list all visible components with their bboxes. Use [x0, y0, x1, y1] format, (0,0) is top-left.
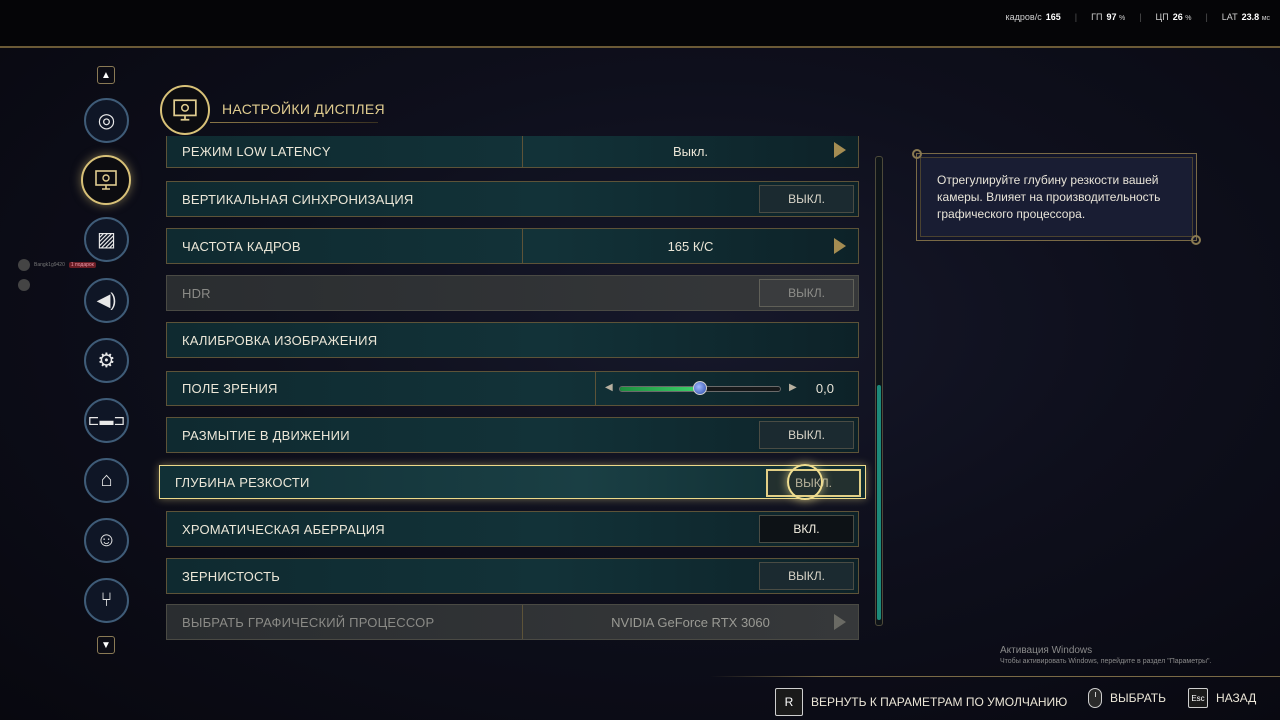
sidebar-item-audio[interactable]: ◀) — [84, 278, 129, 323]
reset-label: ВЕРНУТЬ К ПАРАМЕТРАМ ПО УМОЛЧАНИЮ — [811, 695, 1068, 709]
sidebar-down-arrow-icon[interactable]: ▼ — [97, 636, 115, 654]
setting-calibration[interactable]: КАЛИБРОВКА ИЗОБРАЖЕНИЯ — [166, 322, 859, 358]
chat-tag: 1 подарок — [68, 262, 96, 268]
sidebar-item-controller[interactable]: ⊏▬⊐ — [84, 398, 129, 443]
setting-low-latency[interactable]: РЕЖИМ LOW LATENCY Выкл. — [166, 136, 859, 168]
watermark-title: Активация Windows — [1000, 645, 1093, 656]
monitor-gear-icon — [173, 99, 197, 121]
cpu-stat: ЦП 26 % — [1155, 12, 1192, 22]
grain-toggle[interactable]: ВЫКЛ. — [759, 562, 854, 590]
setting-depth-of-field[interactable]: ГЛУБИНА РЕЗКОСТИ ВЫКЛ. — [159, 464, 866, 500]
chat-message: Bangk1g9420 1 подарок — [18, 259, 96, 271]
setting-label: ХРОМАТИЧЕСКАЯ АБЕРРАЦИЯ — [182, 521, 385, 537]
ornament-icon — [912, 149, 922, 159]
motion-blur-toggle[interactable]: ВЫКЛ. — [759, 421, 854, 449]
page-title: НАСТРОЙКИ ДИСПЛЕЯ — [222, 101, 385, 117]
setting-label: КАЛИБРОВКА ИЗОБРАЖЕНИЯ — [182, 332, 378, 348]
scrollbar[interactable] — [875, 156, 883, 626]
setting-framerate[interactable]: ЧАСТОТА КАДРОВ 165 К/С — [166, 228, 859, 264]
chevron-left-icon[interactable]: ◀ — [605, 382, 613, 393]
sidebar-item-accessibility[interactable]: ☺ — [84, 518, 129, 563]
chevron-right-icon — [834, 614, 846, 630]
fps-stat: кадров/с 165 — [1005, 12, 1061, 22]
latency-stat: LAT 23.8 мс — [1221, 12, 1270, 22]
setting-grain[interactable]: ЗЕРНИСТОСТЬ ВЫКЛ. — [166, 558, 859, 594]
description-panel: Отрегулируйте глубину резкости вашей кам… — [912, 149, 1201, 245]
fov-slider[interactable]: ◀ ▶ 0,0 — [597, 372, 858, 406]
select-label: ВЫБРАТЬ — [1110, 691, 1166, 705]
setting-label: РЕЖИМ LOW LATENCY — [182, 144, 331, 159]
esc-key-icon: Esc — [1188, 688, 1208, 708]
avatar — [18, 259, 30, 271]
chromatic-toggle[interactable]: ВКЛ. — [759, 515, 854, 543]
description-text: Отрегулируйте глубину резкости вашей кам… — [937, 173, 1161, 221]
setting-label: ЗЕРНИСТОСТЬ — [182, 568, 280, 584]
avatar — [18, 279, 30, 291]
mouse-icon: ⌂ — [100, 469, 113, 491]
chat-user: Bangk1g9420 — [34, 262, 65, 268]
setting-chromatic-aberration[interactable]: ХРОМАТИЧЕСКАЯ АБЕРРАЦИЯ ВКЛ. — [166, 511, 859, 547]
setting-label: HDR — [182, 285, 211, 301]
chevron-right-icon[interactable] — [834, 238, 846, 254]
watermark-subtitle: Чтобы активировать Windows, перейдите в … — [1000, 658, 1212, 665]
network-icon: ⑂ — [100, 589, 113, 611]
scrollbar-thumb[interactable] — [877, 385, 881, 620]
setting-label: ЧАСТОТА КАДРОВ — [182, 238, 301, 254]
accessibility-icon: ☺ — [96, 529, 117, 551]
speaker-icon: ◀) — [96, 290, 117, 310]
setting-label: ПОЛЕ ЗРЕНИЯ — [182, 381, 278, 396]
setting-label: ВЕРТИКАЛЬНАЯ СИНХРОНИЗАЦИЯ — [182, 191, 414, 207]
gamepad-icon: ⊏▬⊐ — [87, 412, 126, 428]
vsync-toggle[interactable]: ВЫКЛ. — [759, 185, 854, 213]
back-button[interactable]: Esc НАЗАД — [1188, 688, 1256, 708]
hdr-toggle: ВЫКЛ. — [759, 279, 854, 307]
mouse-icon — [1088, 688, 1102, 708]
sidebar-item-display[interactable] — [81, 155, 131, 205]
footer-divider — [710, 676, 1280, 677]
slider-fill — [620, 387, 700, 391]
setting-value: NVIDIA GeForce RTX 3060 — [611, 614, 770, 630]
gear-icon: ⚙ — [97, 350, 116, 372]
display-header-icon — [160, 85, 210, 135]
setting-hdr: HDR ВЫКЛ. — [166, 275, 859, 311]
slider-thumb[interactable] — [693, 381, 707, 395]
setting-motion-blur[interactable]: РАЗМЫТИЕ В ДВИЖЕНИИ ВЫКЛ. — [166, 417, 859, 453]
chat-message — [18, 279, 30, 291]
setting-label: РАЗМЫТИЕ В ДВИЖЕНИИ — [182, 427, 350, 443]
header-divider — [210, 122, 378, 123]
sidebar-up-arrow-icon[interactable]: ▲ — [97, 66, 115, 84]
setting-value: Выкл. — [672, 144, 709, 159]
slider-value: 0,0 — [815, 381, 834, 396]
setting-label: ГЛУБИНА РЕЗКОСТИ — [175, 474, 310, 490]
chevron-right-icon[interactable]: ▶ — [789, 382, 797, 393]
monitor-gear-icon — [95, 170, 117, 190]
back-label: НАЗАД — [1216, 691, 1257, 705]
windows-activation-watermark: Активация Windows Чтобы активировать Win… — [1000, 645, 1211, 665]
sidebar-item-network[interactable]: ⑂ — [84, 578, 129, 623]
select-button[interactable]: ВЫБРАТЬ — [1088, 688, 1166, 708]
cursor-ring — [787, 464, 823, 500]
disc-icon: ◎ — [97, 110, 116, 132]
reset-defaults-button[interactable]: R ВЕРНУТЬ К ПАРАМЕТРАМ ПО УМОЛЧАНИЮ — [775, 688, 1067, 716]
setting-fov[interactable]: ПОЛЕ ЗРЕНИЯ ◀ ▶ 0,0 — [166, 371, 859, 406]
performance-overlay: кадров/с 165 | ГП 97 % | ЦП 26 % | LAT 23.8 … — [0, 0, 1280, 48]
setting-vsync[interactable]: ВЕРТИКАЛЬНАЯ СИНХРОНИЗАЦИЯ ВЫКЛ. — [166, 181, 859, 217]
setting-gpu-select: ВЫБРАТЬ ГРАФИЧЕСКИЙ ПРОЦЕССОР NVIDIA GeF… — [166, 604, 859, 640]
image-icon: ▨ — [97, 229, 116, 251]
sidebar-item-mouse[interactable]: ⌂ — [84, 458, 129, 503]
ornament-icon — [1191, 235, 1201, 245]
sidebar-item-image[interactable]: ▨ — [84, 217, 129, 262]
sidebar-item-gameplay[interactable]: ⚙ — [84, 338, 129, 383]
sidebar-item-disc[interactable]: ◎ — [84, 98, 129, 143]
chevron-right-icon[interactable] — [834, 142, 846, 158]
setting-value: 165 К/С — [667, 238, 714, 254]
r-key-icon: R — [775, 688, 803, 716]
setting-label: ВЫБРАТЬ ГРАФИЧЕСКИЙ ПРОЦЕССОР — [182, 614, 435, 630]
gpu-stat: ГП 97 % — [1091, 12, 1126, 22]
